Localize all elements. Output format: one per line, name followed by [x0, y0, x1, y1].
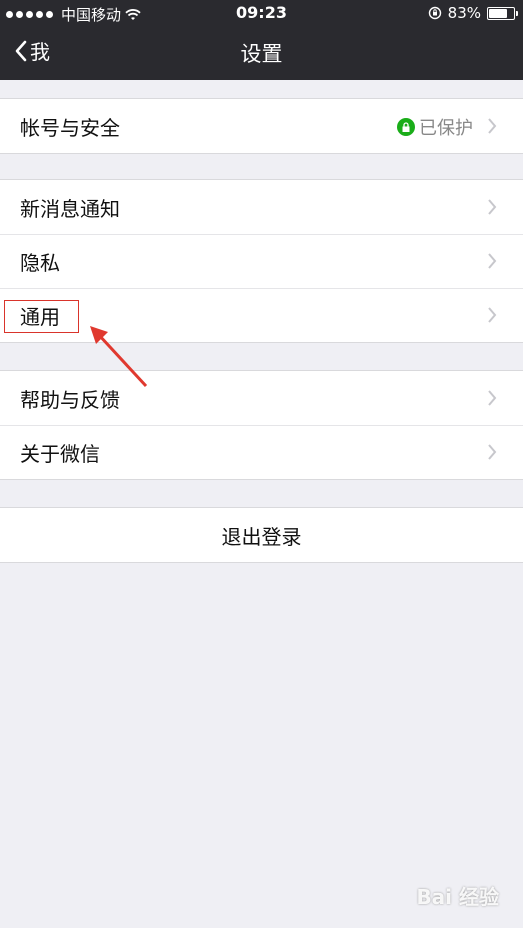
watermark-text: Bai 经验: [416, 885, 499, 909]
battery-fill: [489, 8, 508, 18]
settings-row-privacy[interactable]: 隐私: [0, 234, 523, 288]
watermark: Bai 经验: [416, 881, 499, 910]
nav-bar: 我 设置: [0, 26, 523, 80]
row-label: 新消息通知: [20, 197, 120, 221]
battery-icon: [487, 6, 518, 20]
settings-group-help: 帮助与反馈 关于微信: [0, 370, 523, 480]
annotation-highlight-box: [4, 300, 79, 333]
logout-group: 退出登录: [0, 507, 523, 563]
lock-icon: [397, 118, 415, 136]
chevron-right-icon: [488, 444, 497, 460]
top-bar: 中国移动 09:23 83% 我 设置: [0, 0, 523, 80]
page-title: 设置: [240, 42, 283, 66]
chevron-right-icon: [488, 118, 497, 134]
protected-status: 已保护: [419, 118, 473, 139]
chevron-right-icon: [488, 390, 497, 406]
settings-row-account-security[interactable]: 帐号与安全 已保护: [0, 99, 523, 153]
chevron-right-icon: [488, 307, 497, 323]
row-label: 帐号与安全: [20, 116, 120, 140]
row-value: 已保护: [397, 114, 473, 140]
status-bar: 中国移动 09:23 83%: [0, 0, 523, 26]
settings-row-about[interactable]: 关于微信: [0, 425, 523, 479]
logout-button[interactable]: 退出登录: [0, 508, 523, 562]
row-label: 关于微信: [20, 442, 100, 466]
annotation-arrow-icon: [90, 326, 148, 388]
status-right: 83%: [428, 4, 518, 22]
row-label: 隐私: [20, 251, 60, 275]
settings-row-notifications[interactable]: 新消息通知: [0, 180, 523, 234]
settings-group-account: 帐号与安全 已保护: [0, 98, 523, 154]
chevron-right-icon: [488, 253, 497, 269]
chevron-right-icon: [488, 199, 497, 215]
settings-row-help-feedback[interactable]: 帮助与反馈: [0, 371, 523, 425]
battery-percent: 83%: [447, 4, 481, 22]
rotation-lock-icon: [428, 6, 441, 20]
